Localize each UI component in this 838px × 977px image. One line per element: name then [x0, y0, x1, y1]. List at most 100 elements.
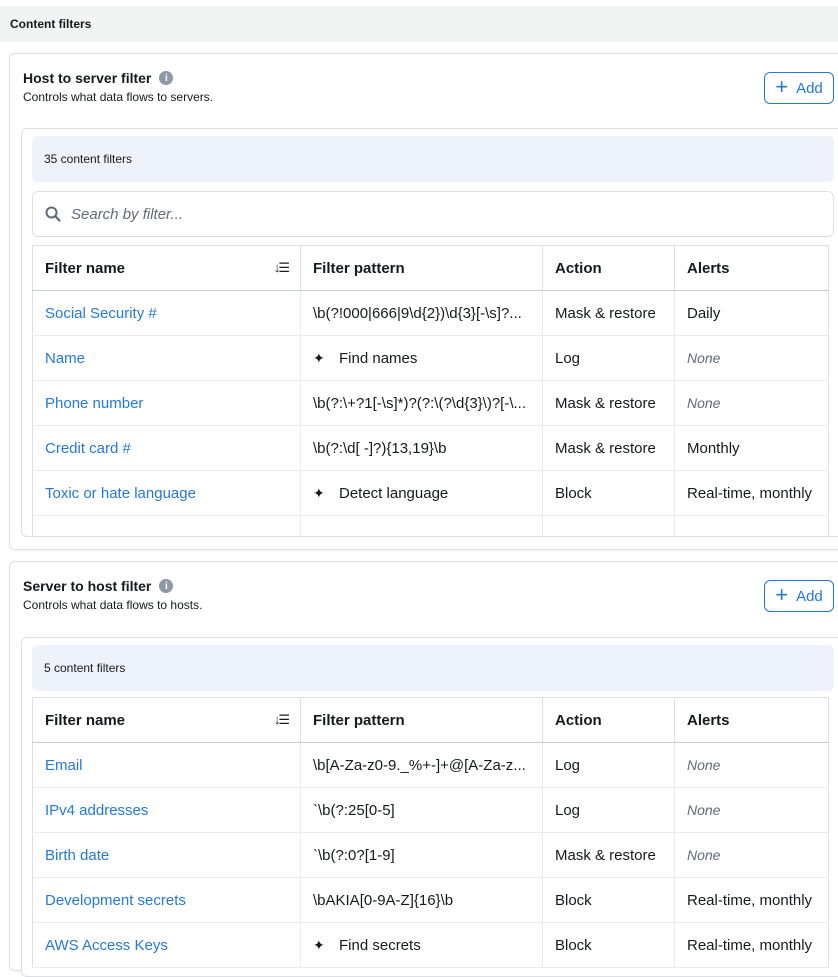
column-header-filter-name[interactable]: Filter name ↓☰ [32, 697, 301, 743]
filter-name-link[interactable]: Credit card # [45, 440, 131, 457]
filter-name-link[interactable]: Birth date [45, 847, 109, 864]
filter-name-cell: Toxic or hate language [32, 470, 301, 516]
action-cell: Mask & restore [542, 832, 675, 878]
filter-name-cell: Credit card # [32, 425, 301, 471]
host-to-server-container: Host to server filter i Controls what da… [9, 53, 838, 550]
server-to-host-add-button[interactable]: + Add [764, 580, 834, 612]
sort-descending-icon[interactable]: ↓☰ [274, 260, 290, 276]
search-icon [45, 206, 61, 222]
host-to-server-add-button[interactable]: + Add [764, 72, 834, 104]
table-row[interactable]: Development secrets \bAKIA[0-9A-Z]{16}\b B… [32, 877, 829, 923]
info-icon[interactable]: i [159, 71, 174, 85]
table-row[interactable]: Birth date `\b(?:0?[1-9] Mask & restore Non… [32, 832, 829, 878]
alerts-cell: None [674, 832, 829, 878]
filter-count: 5 content filters [44, 661, 126, 675]
plus-icon: + [775, 582, 789, 607]
filter-pattern-cell: \b(?:\+?1[-\s]*)?(?:\(?\d{3}\)?[-\... [300, 380, 543, 426]
action-cell: Mask & restore [542, 290, 675, 336]
column-header-alerts: Alerts [674, 697, 829, 743]
host-to-server-table-body: Social Security # \b(?!000|666|9\d{2})\d{… [32, 290, 829, 536]
server-to-host-header: Server to host filter i Controls what da… [23, 576, 202, 612]
filter-name-cell: Development secrets [32, 877, 301, 923]
filter-name-link[interactable]: AWS Access Keys [45, 937, 168, 954]
filter-pattern-cell: ✦ Find secrets [300, 922, 543, 968]
page-header: Content filters [0, 6, 838, 42]
host-to-server-description: Controls what data flows to servers. [23, 90, 214, 104]
alerts-cell: Daily [674, 290, 829, 336]
filter-pattern-cell: `\b(?:0?[1-9] [300, 832, 543, 878]
alerts-cell: Real-time, monthly [674, 877, 829, 923]
action-cell: Log [542, 335, 675, 381]
table-row[interactable]: Name ✦ Find names Log None [32, 335, 829, 381]
alerts-cell: Real-time, monthly [674, 470, 829, 516]
host-to-server-title: Host to server filter [23, 70, 152, 86]
action-cell: Mask & restore [542, 425, 675, 471]
alerts-cell: Monthly [674, 425, 829, 471]
alerts-cell: None [674, 787, 829, 833]
filter-pattern-cell: \bAKIA[0-9A-Z]{16}\b [300, 877, 543, 923]
column-header-filter-pattern: Filter pattern [300, 697, 543, 743]
action-cell: Mask & restore [542, 380, 675, 426]
column-header-action: Action [542, 697, 675, 743]
filter-name-link[interactable]: Email [45, 757, 83, 774]
filter-pattern-cell: `\b(?:25[0-5] [300, 787, 543, 833]
table-row[interactable]: Credit card # \b(?:\d[ -]?){13,19}\b Mask … [32, 425, 829, 471]
filter-name-link[interactable]: IPv4 addresses [45, 802, 148, 819]
search-input[interactable] [71, 205, 671, 223]
filter-name-cell: Name [32, 335, 301, 381]
filter-name-link[interactable]: Name [45, 350, 85, 367]
filter-name-link[interactable]: Social Security # [45, 305, 157, 322]
server-to-host-title: Server to host filter [23, 578, 152, 594]
info-icon[interactable]: i [159, 579, 174, 593]
filter-name-cell: Social Security # [32, 290, 301, 336]
filter-pattern-cell: ✦ Find names [300, 335, 543, 381]
table-row[interactable]: Social Security # \b(?!000|666|9\d{2})\d{… [32, 290, 829, 336]
alerts-cell: None [674, 335, 829, 381]
filter-name-cell: IPv4 addresses [32, 787, 301, 833]
filter-pattern-cell: ✦ Detect language [300, 470, 543, 516]
column-header-filter-pattern: Filter pattern [300, 245, 543, 291]
action-cell: Log [542, 742, 675, 788]
server-to-host-table-panel: 5 content filters Filter name ↓☰ Filter … [21, 637, 838, 977]
server-to-host-table-body: Email \b[A-Za-z0-9._%+-]+@[A-Za-z... Log No… [32, 742, 829, 968]
magic-wand-icon: ✦ [313, 349, 325, 366]
table-row[interactable]: Email \b[A-Za-z0-9._%+-]+@[A-Za-z... Log No… [32, 742, 829, 788]
column-header-action: Action [542, 245, 675, 291]
action-cell: Block [542, 470, 675, 516]
filter-name-link[interactable]: Toxic or hate language [45, 485, 196, 502]
filter-name-cell: Email [32, 742, 301, 788]
table-row[interactable]: Toxic or hate language ✦ Detect language Bl… [32, 470, 829, 516]
table-header-row: Filter name ↓☰ Filter pattern Action Ale… [32, 245, 829, 291]
server-to-host-container: Server to host filter i Controls what da… [9, 561, 838, 977]
table-row[interactable]: IPv4 addresses `\b(?:25[0-5] Log None [32, 787, 829, 833]
action-cell: Log [542, 787, 675, 833]
column-header-filter-name[interactable]: Filter name ↓☰ [32, 245, 301, 291]
server-to-host-table: Filter name ↓☰ Filter pattern Action Ale… [32, 697, 829, 968]
filter-name-link[interactable]: Phone number [45, 395, 143, 412]
table-row[interactable]: Phone number \b(?:\+?1[-\s]*)?(?:\(?\d{3}… [32, 380, 829, 426]
filter-name-cell: Birth date [32, 832, 301, 878]
column-header-alerts: Alerts [674, 245, 829, 291]
filter-count-bar: 35 content filters [32, 136, 834, 182]
magic-wand-icon: ✦ [313, 936, 325, 953]
filter-count-bar: 5 content filters [32, 645, 834, 691]
filter-name-link[interactable]: Development secrets [45, 892, 186, 909]
filter-name-cell: Phone number [32, 380, 301, 426]
table-row-partial [32, 515, 829, 536]
alerts-cell: None [674, 742, 829, 788]
host-to-server-header: Host to server filter i Controls what da… [23, 68, 213, 104]
magic-wand-icon: ✦ [313, 484, 325, 501]
alerts-cell: None [674, 380, 829, 426]
host-to-server-table: Filter name ↓☰ Filter pattern Action Ale… [32, 245, 829, 536]
filter-count: 35 content filters [44, 152, 133, 166]
table-row[interactable]: AWS Access Keys ✦ Find secrets Block Real-ti… [32, 922, 829, 968]
search-box[interactable] [32, 191, 834, 237]
sort-descending-icon[interactable]: ↓☰ [274, 712, 290, 728]
action-cell: Block [542, 877, 675, 923]
table-header-row: Filter name ↓☰ Filter pattern Action Ale… [32, 697, 829, 743]
filter-name-cell: AWS Access Keys [32, 922, 301, 968]
filter-pattern-cell: \b(?!000|666|9\d{2})\d{3}[-\s]?... [300, 290, 543, 336]
server-to-host-description: Controls what data flows to hosts. [23, 598, 203, 612]
host-to-server-table-panel: 35 content filters Filter name ↓☰ Filter… [21, 128, 838, 537]
filter-pattern-cell: \b(?:\d[ -]?){13,19}\b [300, 425, 543, 471]
